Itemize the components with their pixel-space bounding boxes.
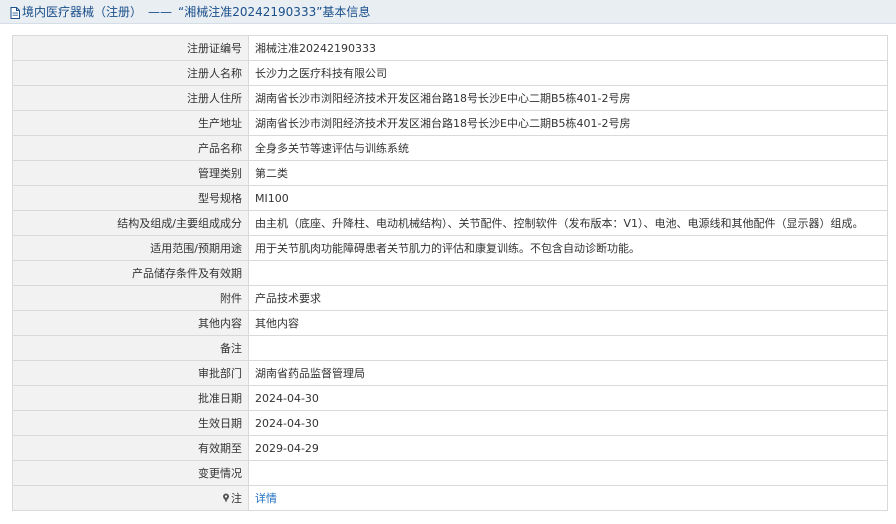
row-label: 注册人住所	[12, 85, 249, 111]
registration-info-table: 注册证编号 湘械注准20242190333 注册人名称 长沙力之医疗科技有限公司 注册人…	[12, 35, 888, 511]
row-label: 注册人名称	[12, 60, 249, 86]
table-row-structure-composition: 结构及组成/主要组成成分 由主机（底座、升降柱、电动机械结构）、关节配件、控制软件…	[12, 210, 888, 236]
table-row-storage-conditions: 产品储存条件及有效期	[12, 260, 888, 286]
row-value: 湖南省长沙市浏阳经济技术开发区湘台路18号长沙E中心二期B5栋401-2号房	[248, 85, 888, 111]
table-row-intended-use: 适用范围/预期用途 用于关节肌肉功能障碍患者关节肌力的评估和康复训练。不包含自动诊…	[12, 235, 888, 261]
row-label: 备注	[12, 335, 249, 361]
row-value: 长沙力之医疗科技有限公司	[248, 60, 888, 86]
row-value	[248, 460, 888, 486]
row-label: 变更情况	[12, 460, 249, 486]
row-value: 湘械注准20242190333	[248, 35, 888, 61]
table-row-model-spec: 型号规格 MI100	[12, 185, 888, 211]
table-row-registrant-address: 注册人住所 湖南省长沙市浏阳经济技术开发区湘台路18号长沙E中心二期B5栋401-…	[12, 85, 888, 111]
row-value	[248, 335, 888, 361]
page-title-dash: ——	[148, 4, 173, 19]
row-value: 产品技术要求	[248, 285, 888, 311]
table-row-attachment: 附件 产品技术要求	[12, 285, 888, 311]
row-value: 2024-04-30	[248, 385, 888, 411]
table-row-registration-number: 注册证编号 湘械注准20242190333	[12, 35, 888, 61]
page-title-suffix: “湘械注准20242190333”基本信息	[178, 5, 371, 19]
table-row-management-category: 管理类别 第二类	[12, 160, 888, 186]
row-label: 注册证编号	[12, 35, 249, 61]
row-label: 型号规格	[12, 185, 249, 211]
row-value: 湖南省长沙市浏阳经济技术开发区湘台路18号长沙E中心二期B5栋401-2号房	[248, 110, 888, 136]
page-title-prefix: 境内医疗器械（注册）	[22, 5, 143, 19]
table-row-remarks: 备注	[12, 335, 888, 361]
row-label: 生效日期	[12, 410, 249, 436]
table-row-approval-date: 批准日期 2024-04-30	[12, 385, 888, 411]
row-value: 由主机（底座、升降柱、电动机械结构）、关节配件、控制软件（发布版本：V1）、电池…	[248, 210, 888, 236]
note-label: 注	[231, 492, 242, 505]
document-icon	[10, 6, 20, 19]
table-row-production-address: 生产地址 湖南省长沙市浏阳经济技术开发区湘台路18号长沙E中心二期B5栋401-2…	[12, 110, 888, 136]
row-value	[248, 260, 888, 286]
row-label: 生产地址	[12, 110, 249, 136]
table-row-registrant-name: 注册人名称 长沙力之医疗科技有限公司	[12, 60, 888, 86]
row-label: 产品储存条件及有效期	[12, 260, 249, 286]
table-row-other-content: 其他内容 其他内容	[12, 310, 888, 336]
row-label: 管理类别	[12, 160, 249, 186]
table-row-note: 注详情	[12, 485, 888, 511]
row-label: 注	[12, 485, 249, 511]
row-value: 全身多关节等速评估与训练系统	[248, 135, 888, 161]
row-value: 2024-04-30	[248, 410, 888, 436]
table-row-change-status: 变更情况	[12, 460, 888, 486]
row-label: 产品名称	[12, 135, 249, 161]
row-label: 审批部门	[12, 360, 249, 386]
details-link[interactable]: 详情	[255, 492, 277, 505]
row-value: 第二类	[248, 160, 888, 186]
row-label: 其他内容	[12, 310, 249, 336]
row-label: 适用范围/预期用途	[12, 235, 249, 261]
row-label: 有效期至	[12, 435, 249, 461]
row-value: 2029-04-29	[248, 435, 888, 461]
table-row-effective-date: 生效日期 2024-04-30	[12, 410, 888, 436]
row-value: 用于关节肌肉功能障碍患者关节肌力的评估和康复训练。不包含自动诊断功能。	[248, 235, 888, 261]
pin-icon	[222, 493, 230, 503]
table-row-product-name: 产品名称 全身多关节等速评估与训练系统	[12, 135, 888, 161]
table-row-expiry-date: 有效期至 2029-04-29	[12, 435, 888, 461]
page-title-bar: 境内医疗器械（注册） —— “湘械注准20242190333”基本信息	[0, 0, 896, 24]
row-label: 结构及组成/主要组成成分	[12, 210, 249, 236]
row-label: 附件	[12, 285, 249, 311]
row-label: 批准日期	[12, 385, 249, 411]
row-value: 湖南省药品监督管理局	[248, 360, 888, 386]
row-value: 其他内容	[248, 310, 888, 336]
row-value: 详情	[248, 485, 888, 511]
table-row-approval-department: 审批部门 湖南省药品监督管理局	[12, 360, 888, 386]
row-value: MI100	[248, 185, 888, 211]
